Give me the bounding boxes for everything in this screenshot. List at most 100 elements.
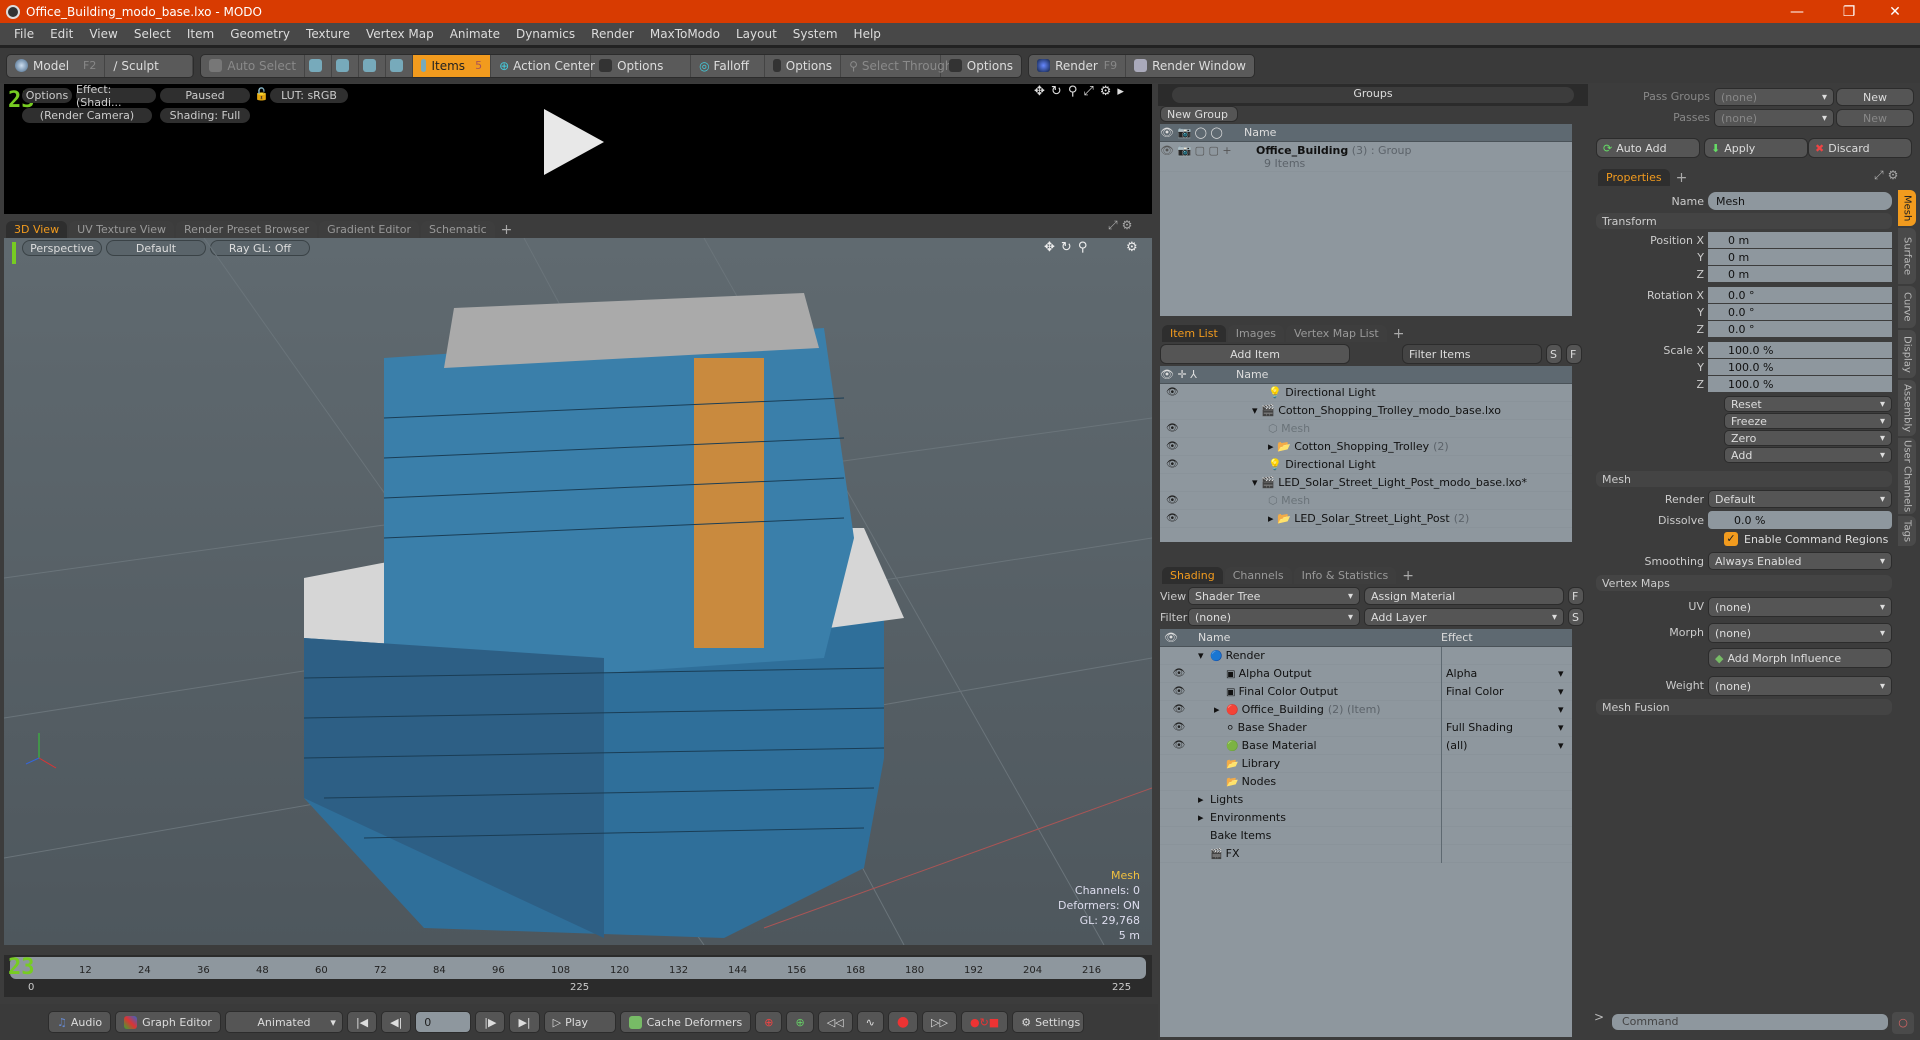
- item-list-row[interactable]: 👁 ⬡ Mesh: [1160, 420, 1572, 438]
- polygons-mode-button[interactable]: [359, 54, 387, 77]
- rotate-icon[interactable]: ↻: [1051, 84, 1068, 99]
- expand-arrow-icon[interactable]: ▸: [1117, 84, 1130, 99]
- falloff-options-button[interactable]: Options: [765, 54, 842, 77]
- zero-dropdown[interactable]: Zero: [1724, 430, 1892, 446]
- item-list-row[interactable]: ▾ 🎬 LED_Solar_Street_Light_Post_modo_bas…: [1160, 474, 1572, 492]
- shader-tree-row[interactable]: 👁 ▣ Final Color Output Final Color ▾: [1160, 682, 1572, 701]
- filter-items-input[interactable]: Filter Items: [1402, 344, 1542, 364]
- menu-dynamics[interactable]: Dynamics: [508, 27, 583, 41]
- position-y-input[interactable]: 0 m: [1708, 249, 1892, 265]
- timeline[interactable]: 12 24 36 48 60 72 84 96 108 120 132 144 156 168 180 192…: [4, 955, 1152, 997]
- side-tab-user-channels[interactable]: User Channels: [1898, 438, 1916, 514]
- maximize-icon[interactable]: ⤢: [1108, 218, 1122, 232]
- sculpt-button[interactable]: ∕ Sculpt: [105, 54, 194, 77]
- close-button[interactable]: ✕: [1872, 0, 1918, 23]
- add-item-button[interactable]: Add Item: [1160, 344, 1350, 364]
- menu-help[interactable]: Help: [846, 27, 889, 41]
- s-button[interactable]: S: [1568, 608, 1584, 626]
- shader-tree-row[interactable]: 👁 🟢 Base Material (all) ▾: [1160, 736, 1572, 755]
- menu-vertex-map[interactable]: Vertex Map: [358, 27, 442, 41]
- effect-dropdown[interactable]: [1441, 700, 1558, 719]
- menu-item[interactable]: Item: [179, 27, 222, 41]
- visibility-toggle-icon[interactable]: 👁: [1160, 423, 1236, 434]
- view-dropdown[interactable]: Shader Tree: [1188, 587, 1360, 605]
- render-dropdown[interactable]: Default: [1708, 490, 1892, 508]
- key-up-button[interactable]: ⊕: [755, 1011, 783, 1033]
- visibility-toggle-icon[interactable]: 👁: [1160, 513, 1236, 524]
- effect-dropdown[interactable]: Full Shading: [1441, 718, 1558, 737]
- passes-dropdown[interactable]: (none): [1714, 109, 1834, 127]
- add-layer-dropdown[interactable]: Add Layer: [1364, 608, 1564, 626]
- chevron-down-icon[interactable]: ▾: [1558, 685, 1572, 698]
- effect-dropdown[interactable]: (all): [1441, 736, 1558, 755]
- action-center-button[interactable]: ⊕ Action Center: [491, 54, 595, 77]
- menu-view[interactable]: View: [81, 27, 125, 41]
- shader-tree-row[interactable]: 👁 ⚪ Base Shader Full Shading ▾: [1160, 718, 1572, 737]
- new-pass-group-button[interactable]: New: [1836, 88, 1914, 106]
- animation-mode-dropdown[interactable]: Animated ▾: [224, 1011, 343, 1033]
- 3d-viewport[interactable]: Perspective Default Ray GL: Off ✥↻⚲ ⚙ Me…: [4, 238, 1152, 945]
- visibility-toggle-icon[interactable]: 👁: [1160, 704, 1198, 715]
- time-ruler[interactable]: 12 24 36 48 60 72 84 96 108 120 132 144 156 168 180 192…: [10, 957, 1146, 979]
- add-morph-influence-button[interactable]: ◆ Add Morph Influence: [1708, 648, 1892, 668]
- item-list-row[interactable]: 👁 💡 Directional Light: [1160, 456, 1572, 474]
- record-button[interactable]: ●: [887, 1011, 919, 1033]
- step-back-button[interactable]: ◀|: [381, 1011, 412, 1033]
- items-mode-button[interactable]: Items 5: [413, 54, 492, 77]
- model-button[interactable]: Model F2: [7, 54, 106, 77]
- tab-gradient-editor[interactable]: Gradient Editor: [319, 221, 419, 238]
- expand-arrow-icon[interactable]: ▸: [1214, 703, 1226, 716]
- tab-3d-view[interactable]: 3D View: [6, 221, 68, 238]
- assign-material-button[interactable]: Assign Material: [1364, 587, 1564, 605]
- play-button[interactable]: ▷ Play: [543, 1011, 616, 1033]
- add-tab-button[interactable]: +: [497, 222, 517, 238]
- falloff-button[interactable]: ◎ Falloff: [691, 54, 766, 77]
- menu-animate[interactable]: Animate: [442, 27, 508, 41]
- apply-button[interactable]: ⬇ Apply: [1704, 138, 1808, 158]
- zoom-icon[interactable]: ⚲: [1068, 84, 1084, 99]
- tab-images[interactable]: Images: [1227, 325, 1284, 342]
- rotation-y-input[interactable]: 0.0 °: [1708, 304, 1892, 320]
- expand-arrow-icon[interactable]: ▸: [1198, 811, 1210, 824]
- pass-groups-dropdown[interactable]: (none): [1714, 88, 1834, 106]
- visibility-toggle-icon[interactable]: 👁: [1160, 495, 1236, 506]
- item-name-input[interactable]: Mesh: [1708, 192, 1892, 210]
- shader-tree-row[interactable]: ▸ Lights: [1160, 790, 1572, 809]
- settings-button[interactable]: ⚙ Settings: [1012, 1011, 1085, 1033]
- frame-input[interactable]: 0: [415, 1011, 472, 1033]
- action-center-options-button[interactable]: Options: [591, 54, 692, 77]
- chevron-down-icon[interactable]: ▾: [1558, 721, 1572, 734]
- vertex-maps-section-toggle[interactable]: Vertex Maps: [1596, 575, 1892, 591]
- item-list-row[interactable]: 👁 ⬡ Mesh: [1160, 492, 1572, 510]
- gear-icon[interactable]: ⚙: [1100, 84, 1118, 99]
- tab-channels[interactable]: Channels: [1224, 567, 1292, 584]
- visibility-toggle-icon[interactable]: 👁: [1160, 441, 1236, 452]
- tab-vertex-map-list[interactable]: Vertex Map List: [1285, 325, 1387, 342]
- mesh-section-toggle[interactable]: Mesh: [1596, 471, 1892, 487]
- shader-tree-row[interactable]: 📂 Library: [1160, 754, 1572, 773]
- key-tools-button[interactable]: ●↻■: [960, 1011, 1009, 1033]
- menu-maxtomodo[interactable]: MaxToModo: [642, 27, 728, 41]
- smoothing-dropdown[interactable]: Always Enabled: [1708, 552, 1892, 570]
- position-z-input[interactable]: 0 m: [1708, 266, 1892, 282]
- visibility-toggle-icon[interactable]: 👁: [1160, 668, 1198, 679]
- f-button[interactable]: F: [1566, 344, 1582, 364]
- s-button[interactable]: S: [1546, 344, 1562, 364]
- item-list-row[interactable]: 👁 ▸ 📂 LED_Solar_Street_Light_Post (2): [1160, 510, 1572, 528]
- next-key-button[interactable]: ▷▷: [922, 1011, 957, 1033]
- tab-schematic[interactable]: Schematic: [421, 221, 495, 238]
- command-history-button[interactable]: ○: [1892, 1012, 1914, 1034]
- lut-dropdown[interactable]: LUT: sRGB: [270, 88, 348, 103]
- restore-button[interactable]: ❐: [1826, 0, 1872, 23]
- side-tab-assembly[interactable]: Assembly: [1898, 380, 1916, 436]
- f-button[interactable]: F: [1568, 587, 1584, 605]
- scale-x-input[interactable]: 100.0 %: [1708, 342, 1892, 358]
- vertices-mode-button[interactable]: [305, 54, 333, 77]
- camera-dropdown[interactable]: (Render Camera): [22, 108, 152, 123]
- shader-tree-row[interactable]: Bake Items: [1160, 826, 1572, 845]
- visibility-toggle-icon[interactable]: 👁: [1160, 722, 1198, 733]
- play-icon[interactable]: [544, 109, 604, 175]
- rotation-x-input[interactable]: 0.0 °: [1708, 287, 1892, 303]
- group-row[interactable]: 👁 📷 ▢ ▢ + Office_Building (3) : Group 9 I…: [1160, 142, 1572, 172]
- select-through-button[interactable]: ⚲ Select Through: [841, 54, 952, 77]
